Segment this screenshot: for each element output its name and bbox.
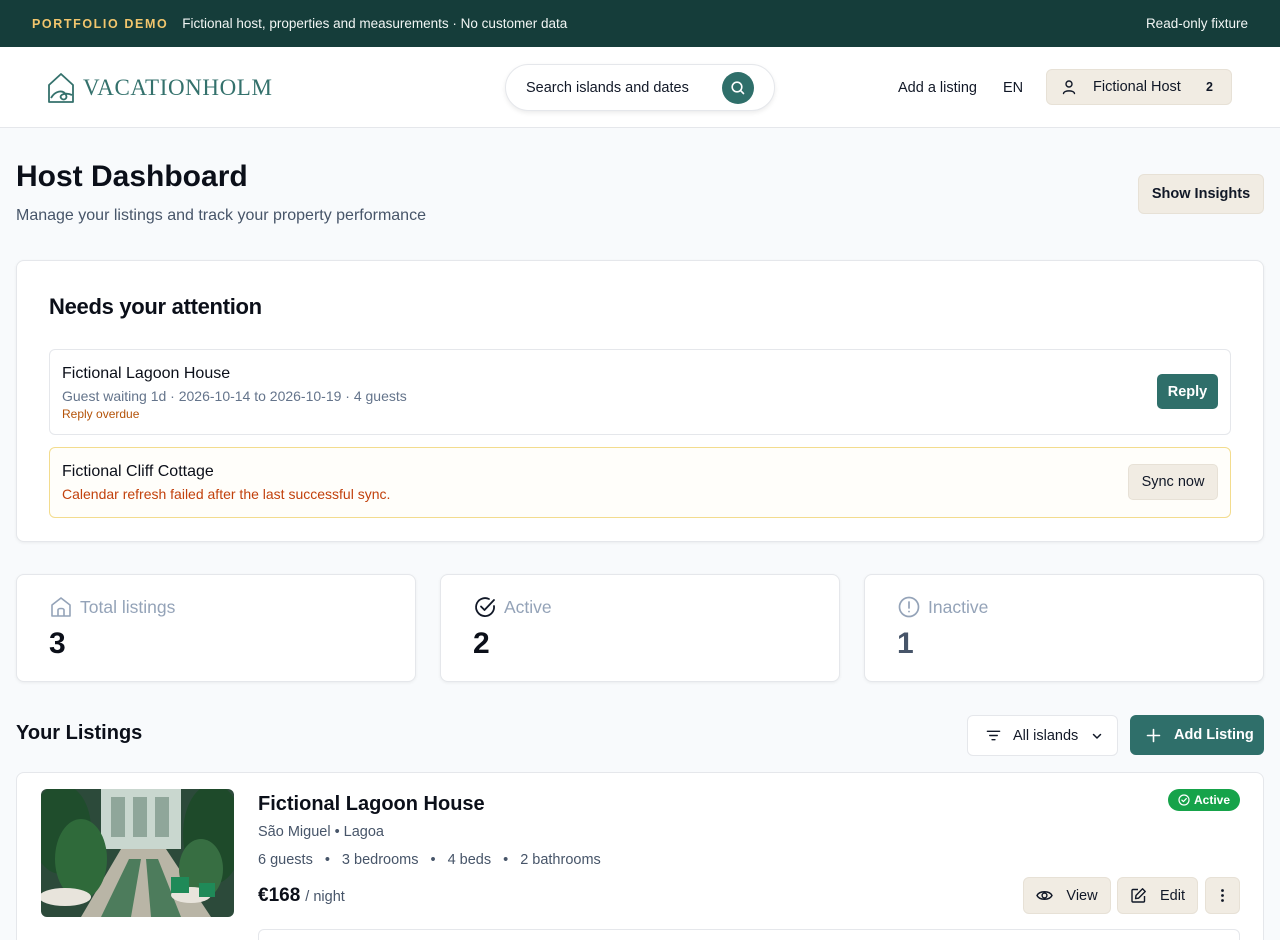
search-bar[interactable]: Search islands and dates xyxy=(505,64,775,111)
listing-detail-panel xyxy=(258,929,1240,940)
status-label: Active xyxy=(1193,793,1231,807)
attention-title: Needs your attention xyxy=(49,294,262,319)
stat-value: 1 xyxy=(897,627,914,660)
page-subtitle: Manage your listings and track your prop… xyxy=(16,207,426,224)
alert-circle-icon xyxy=(898,596,920,618)
add-listing-label: Add Listing xyxy=(1174,727,1254,743)
check-circle-icon xyxy=(1178,794,1190,806)
eye-icon xyxy=(1036,891,1054,900)
edit-icon xyxy=(1131,888,1146,903)
attention-item-message: Fictional Lagoon House Guest waiting 1d … xyxy=(49,349,1231,435)
listings-title: Your Listings xyxy=(16,722,143,744)
language-selector[interactable]: EN xyxy=(1003,80,1023,96)
stat-active: Active 2 xyxy=(440,574,840,682)
page-title: Host Dashboard xyxy=(16,160,248,193)
edit-listing-button[interactable]: Edit xyxy=(1117,877,1198,914)
notification-count: 2 xyxy=(1206,80,1213,94)
user-icon xyxy=(1062,80,1076,95)
attention-item-sync: Fictional Cliff Cottage Calendar refresh… xyxy=(49,447,1231,518)
stat-label: Active xyxy=(504,596,552,617)
reply-overdue-note: Reply overdue xyxy=(62,407,140,421)
search-icon xyxy=(731,81,745,95)
search-placeholder: Search islands and dates xyxy=(526,79,689,96)
island-filter-dropdown[interactable]: All islands xyxy=(967,715,1118,756)
stat-label: Inactive xyxy=(928,596,989,617)
reply-button[interactable]: Reply xyxy=(1157,374,1218,409)
attention-item-detail: Guest waiting 1d · 2026-10-14 to 2026-10… xyxy=(62,388,407,404)
home-icon xyxy=(51,597,71,617)
listing-location: São Miguel • Lagoa xyxy=(258,824,384,840)
attention-card: Needs your attention Fictional Lagoon Ho… xyxy=(16,260,1264,542)
check-circle-icon xyxy=(475,597,495,617)
status-badge: Active xyxy=(1168,789,1240,811)
listing-photo[interactable] xyxy=(41,789,234,917)
stat-value: 2 xyxy=(473,627,490,660)
demo-status: Read-only fixture xyxy=(1145,16,1248,31)
edit-label: Edit xyxy=(1160,887,1185,904)
demo-description: Fictional host, properties and measureme… xyxy=(182,16,568,31)
sync-error-message: Calendar refresh failed after the last s… xyxy=(62,486,391,502)
plus-icon xyxy=(1146,728,1161,742)
stat-label: Total listings xyxy=(80,596,176,617)
show-insights-button[interactable]: Show Insights xyxy=(1138,174,1264,214)
logo-text: VACATIONHOLM xyxy=(83,74,273,100)
logo[interactable]: VACATIONHOLM xyxy=(47,71,273,104)
host-name: Fictional Host xyxy=(1093,79,1181,95)
attention-item-name: Fictional Cliff Cottage xyxy=(62,463,214,480)
attention-item-name: Fictional Lagoon House xyxy=(62,365,231,382)
listing-price: €168 / night xyxy=(258,885,345,907)
courtyard-photo-image xyxy=(41,789,234,917)
bed-count: 4 beds xyxy=(447,852,492,868)
demo-banner: PORTFOLIO DEMO Fictional host, propertie… xyxy=(0,0,1280,47)
guest-count: 6 guests xyxy=(258,852,313,868)
sync-now-button[interactable]: Sync now xyxy=(1128,464,1218,500)
listing-card: Fictional Lagoon House São Miguel • Lago… xyxy=(16,772,1264,940)
bathroom-count: 2 bathrooms xyxy=(520,852,601,868)
stat-value: 3 xyxy=(49,627,66,660)
chevron-down-icon xyxy=(1093,733,1102,739)
price-unit: / night xyxy=(305,889,345,905)
bedroom-count: 3 bedrooms xyxy=(341,852,419,868)
wave-logo-icon xyxy=(48,73,74,103)
host-menu-button[interactable]: Fictional Host 2 xyxy=(1046,69,1232,105)
stat-inactive: Inactive 1 xyxy=(864,574,1264,682)
view-label: View xyxy=(1066,887,1098,904)
view-listing-button[interactable]: View xyxy=(1023,877,1111,914)
price-value: €168 xyxy=(258,885,301,906)
stat-total-listings: Total listings 3 xyxy=(16,574,416,682)
more-vertical-icon xyxy=(1221,889,1224,902)
search-button[interactable] xyxy=(722,72,754,104)
listing-name[interactable]: Fictional Lagoon House xyxy=(258,793,485,816)
more-options-button[interactable] xyxy=(1205,877,1240,914)
top-header: VACATIONHOLM Search islands and dates Ad… xyxy=(0,47,1280,128)
listing-specs: 6 guests • 3 bedrooms • 4 beds • 2 bathr… xyxy=(258,852,601,868)
add-a-listing-link[interactable]: Add a listing xyxy=(898,80,977,96)
filter-label: All islands xyxy=(1013,727,1079,744)
demo-tag: PORTFOLIO DEMO xyxy=(32,16,169,31)
filter-icon xyxy=(986,730,1001,741)
add-listing-button[interactable]: Add Listing xyxy=(1130,715,1264,755)
